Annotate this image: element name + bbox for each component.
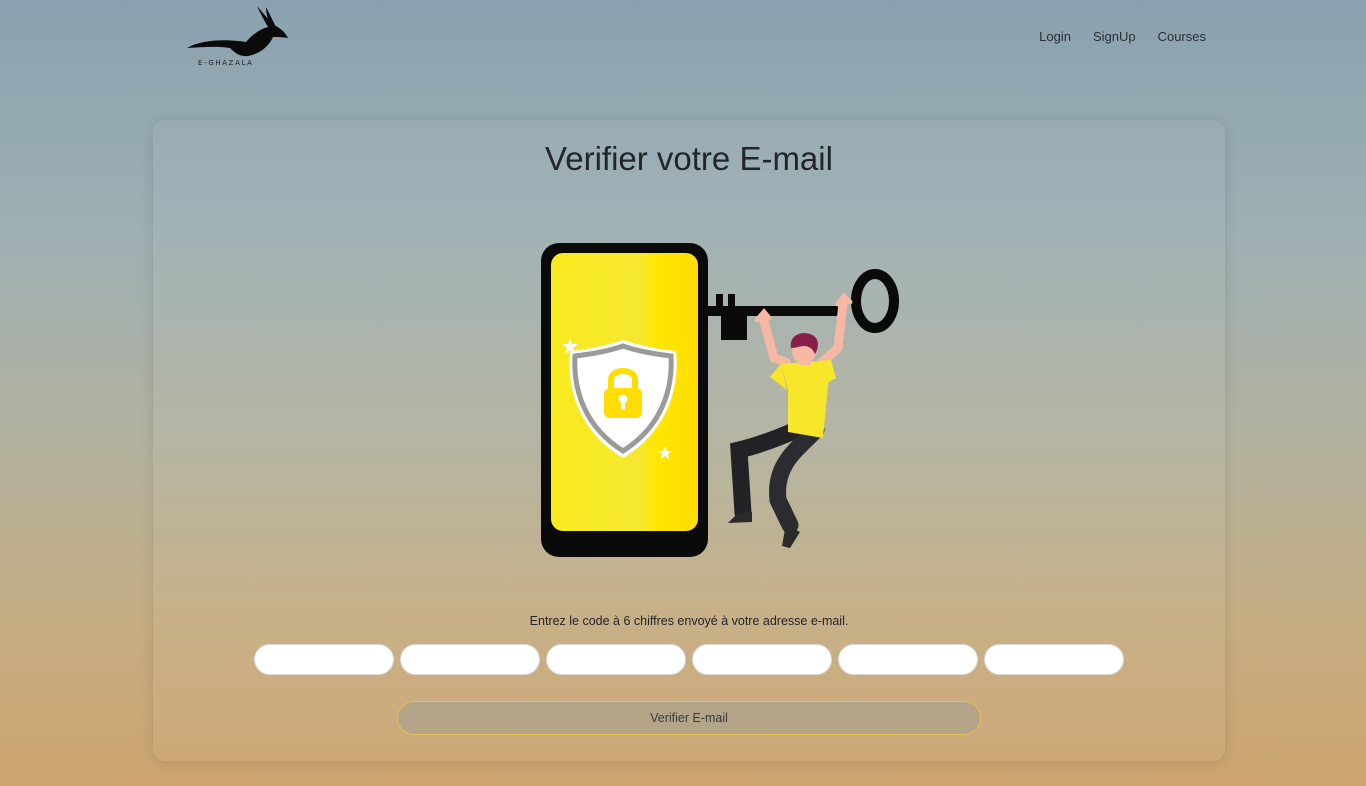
logo-text: E-GHAZALA xyxy=(198,59,254,67)
brand-logo[interactable]: E-GHAZALA xyxy=(184,4,292,72)
phone-security-key-illustration xyxy=(541,243,899,557)
verification-code-inputs xyxy=(254,644,1124,675)
code-digit-5[interactable] xyxy=(838,644,978,675)
code-digit-1[interactable] xyxy=(254,644,394,675)
gazelle-logo-icon xyxy=(187,6,288,57)
nav-login-link[interactable]: Login xyxy=(1039,29,1071,44)
code-digit-3[interactable] xyxy=(546,644,686,675)
nav-courses-link[interactable]: Courses xyxy=(1158,29,1206,44)
code-digit-6[interactable] xyxy=(984,644,1124,675)
code-digit-2[interactable] xyxy=(400,644,540,675)
verify-email-card: Verifier votre E-mail Entrez le code à 6… xyxy=(153,120,1225,761)
page-title: Verifier votre E-mail xyxy=(545,140,833,177)
code-digit-4[interactable] xyxy=(692,644,832,675)
nav-signup-link[interactable]: SignUp xyxy=(1093,29,1136,44)
verify-email-button[interactable]: Verifier E-mail xyxy=(397,701,981,735)
instruction-text: Entrez le code à 6 chiffres envoyé à vot… xyxy=(529,614,849,628)
top-nav: Login SignUp Courses xyxy=(1039,29,1206,44)
